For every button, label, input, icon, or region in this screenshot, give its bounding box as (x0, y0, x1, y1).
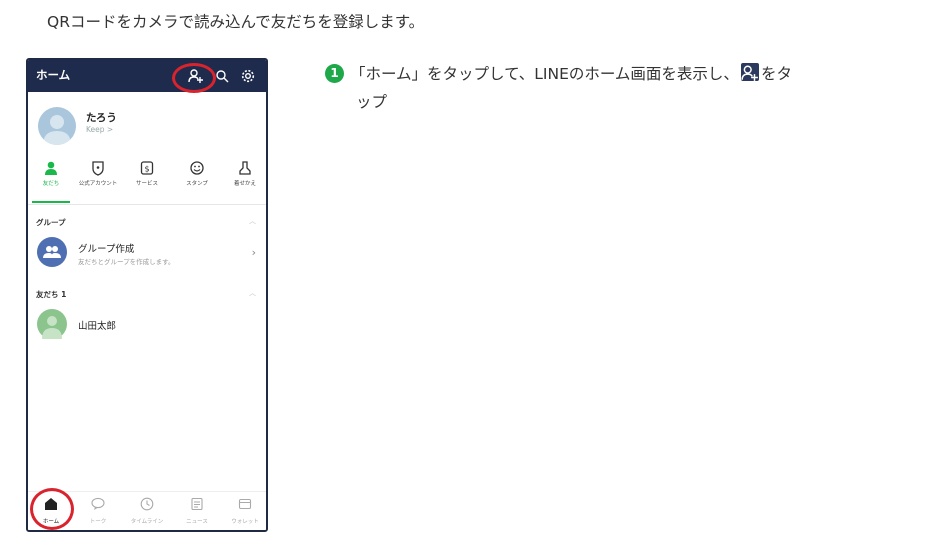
bottom-tab-label: ウォレット (231, 519, 259, 525)
bottom-tab-label: ニュース (186, 519, 208, 525)
highlight-circle-add-friend (172, 63, 216, 93)
friend-avatar (37, 309, 67, 339)
bottom-tab-wallet[interactable]: ウォレット (222, 496, 266, 525)
tab-label: 友だち (42, 181, 60, 187)
collapse-icon[interactable]: ︿ (249, 216, 256, 226)
group-create-avatar (37, 237, 67, 267)
collapse-icon[interactable]: ︿ (249, 288, 256, 298)
smile-icon (190, 161, 204, 175)
friend-name[interactable]: 山田太郎 (78, 318, 116, 332)
groups-section-header: グループ (36, 218, 66, 227)
tab-label: 着せかえ (233, 181, 256, 187)
tab-label: 公式アカウント (78, 181, 118, 187)
step-text-part-2: をタ (760, 65, 792, 83)
tab-stickers[interactable]: スタンプ (174, 160, 220, 187)
news-icon (191, 497, 203, 511)
home-header: ホーム (28, 60, 266, 92)
group-create-sub: 友だちとグループを作成します。 (78, 258, 175, 266)
bottom-tab-label: トーク (89, 519, 107, 525)
avatar[interactable] (38, 107, 76, 145)
add-friend-icon (740, 63, 759, 81)
tab-themes[interactable]: 着せかえ (222, 160, 266, 187)
tab-label: サービス (135, 181, 158, 187)
person-icon (45, 161, 57, 175)
divider (28, 204, 266, 205)
tab-services[interactable]: $ サービス (124, 160, 170, 187)
profile-name[interactable]: たろう (86, 110, 117, 125)
tab-friends[interactable]: 友だち (28, 160, 74, 187)
brush-icon (239, 161, 251, 175)
active-tab-indicator (32, 201, 70, 203)
intro-text: QRコードをカメラで読み込んで友だちを登録します。 (47, 13, 425, 31)
bottom-tab-news[interactable]: ニュース (174, 496, 220, 525)
home-tabs: 友だち 公式アカウント $ サービス スタンプ 着せかえ (28, 160, 266, 202)
shield-icon (92, 161, 104, 176)
step-text-part-1: 「ホーム」をタップして、LINEのホーム画面を表示し、 (350, 65, 739, 83)
step-text-part-3: ップ (356, 93, 388, 111)
chat-icon (91, 497, 105, 510)
header-title: ホーム (36, 68, 71, 82)
wallet-icon (238, 498, 252, 510)
step-1-instruction: 1 「ホーム」をタップして、LINEのホーム画面を表示し、 をタ ップ (325, 60, 930, 116)
keep-link[interactable]: Keep > (86, 125, 113, 134)
phone-screenshot: ホーム たろう Keep > 友だち 公式アカウント $ サービス スタンプ 着… (26, 58, 268, 532)
bottom-tab-talk[interactable]: トーク (75, 496, 121, 525)
service-icon: $ (140, 161, 154, 175)
tab-label: スタンプ (186, 181, 208, 187)
bottom-tab-label: タイムライン (130, 519, 164, 525)
gear-icon[interactable] (240, 68, 256, 84)
friends-section-header: 友だち 1 (36, 290, 67, 299)
highlight-circle-home (30, 488, 74, 530)
svg-text:$: $ (144, 165, 149, 174)
bottom-tab-timeline[interactable]: タイムライン (124, 496, 170, 525)
step-number-badge: 1 (325, 64, 344, 83)
group-create-title[interactable]: グループ作成 (78, 241, 134, 255)
tab-official-accounts[interactable]: 公式アカウント (75, 160, 121, 187)
chevron-right-icon[interactable]: › (252, 246, 256, 259)
search-icon[interactable] (214, 68, 230, 84)
clock-icon (140, 497, 154, 511)
